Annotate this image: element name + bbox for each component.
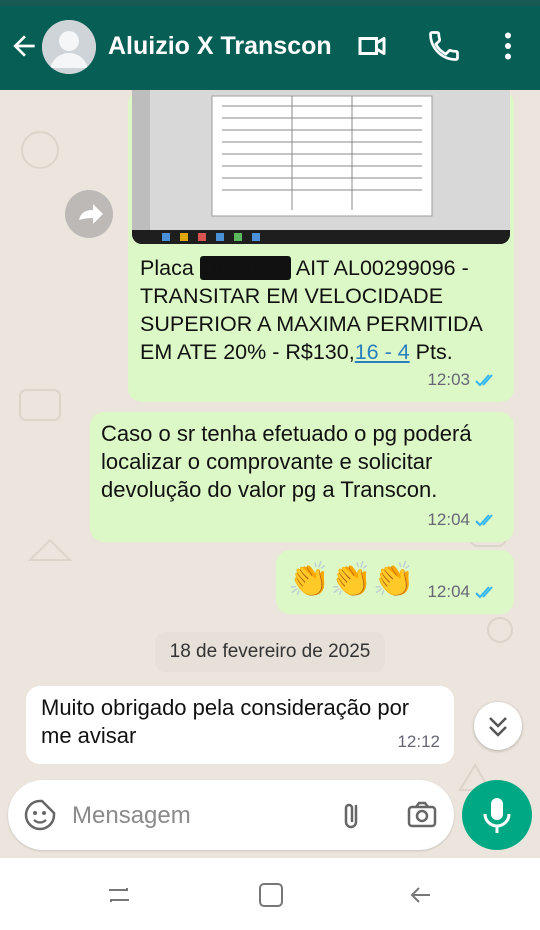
message-time: 12:12: [397, 732, 440, 751]
attach-icon[interactable]: [334, 797, 370, 833]
message-text-suffix: Pts.: [409, 340, 453, 364]
emoji-sticker-icon[interactable]: [22, 797, 58, 833]
read-ticks-icon: [475, 586, 493, 599]
scroll-to-bottom-button[interactable]: [474, 702, 522, 750]
read-ticks-icon: [475, 514, 493, 527]
message-time: 12:04: [427, 510, 470, 529]
read-ticks-icon: [475, 374, 493, 387]
message-time: 12:03: [427, 370, 470, 389]
home-icon[interactable]: [256, 880, 286, 910]
chevron-double-down-icon: [489, 717, 507, 737]
message-link[interactable]: 16 - 4: [355, 340, 410, 364]
message-text: Muito obrigado pela consideração por me …: [41, 695, 410, 748]
chat-title[interactable]: Aluizio X Transcon: [108, 32, 332, 61]
back-arrow-icon[interactable]: [8, 30, 40, 62]
message-text: Caso o sr tenha efetuado o pg poderá loc…: [101, 421, 472, 502]
message-bubble-emoji[interactable]: 👏👏👏 12:04: [276, 550, 514, 614]
message-time: 12:04: [427, 582, 470, 601]
more-vert-icon[interactable]: [490, 28, 526, 64]
message-bubble-image[interactable]: Placa HL71884 AIT AL00299096 - TRANSITAR…: [128, 90, 514, 402]
forward-button[interactable]: [65, 190, 113, 238]
redacted-plate: HL71884: [199, 256, 292, 280]
message-text-prefix: Placa: [140, 256, 200, 280]
message-meta: 12:12: [397, 728, 440, 756]
message-bubble[interactable]: Caso o sr tenha efetuado o pg poderá loc…: [90, 412, 514, 542]
message-input[interactable]: Mensagem: [72, 802, 191, 830]
clapping-hands-emoji: 👏👏👏: [288, 561, 416, 599]
message-meta: 12:03: [427, 366, 500, 394]
recent-apps-icon[interactable]: [104, 880, 134, 910]
message-meta: 12:04: [427, 578, 500, 606]
mic-icon: [483, 798, 511, 833]
message-bubble-incoming[interactable]: Muito obrigado pela consideração por me …: [26, 686, 454, 764]
avatar[interactable]: [42, 20, 96, 74]
camera-icon[interactable]: [404, 797, 440, 833]
back-nav-icon[interactable]: [406, 880, 436, 910]
chat-header: Aluizio X Transcon: [0, 6, 540, 90]
message-text: Placa HL71884 AIT AL00299096 - TRANSITAR…: [140, 254, 502, 366]
attached-screenshot-image[interactable]: [132, 90, 510, 244]
phone-icon[interactable]: [426, 28, 462, 64]
videocam-icon[interactable]: [354, 28, 390, 64]
chat-area[interactable]: Placa HL71884 AIT AL00299096 - TRANSITAR…: [0, 90, 540, 858]
message-composer[interactable]: Mensagem: [8, 780, 454, 850]
mic-button[interactable]: [462, 780, 532, 850]
date-divider: 18 de fevereiro de 2025: [155, 632, 385, 672]
system-navigation-bar: [0, 858, 540, 930]
message-meta: 12:04: [427, 506, 500, 534]
